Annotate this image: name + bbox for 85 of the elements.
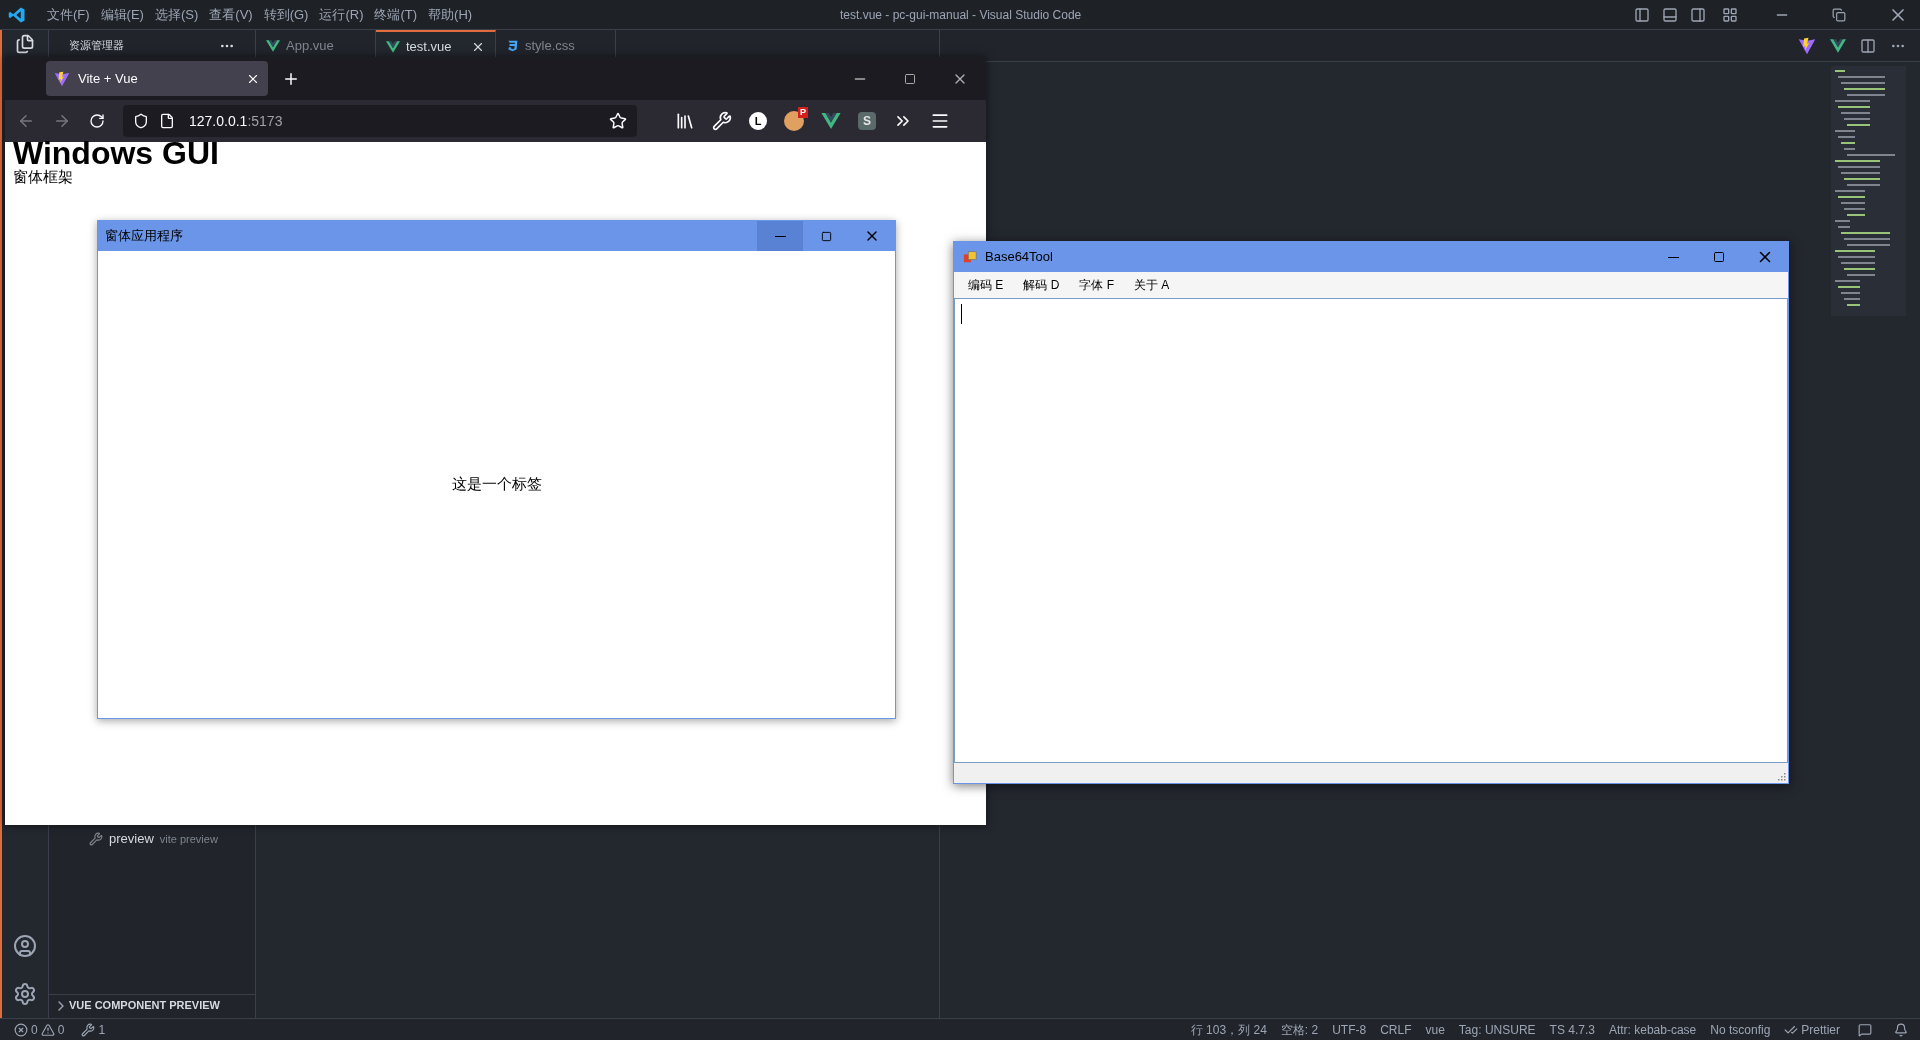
maximize-icon bbox=[820, 230, 832, 242]
wrench-icon bbox=[89, 832, 103, 846]
toggle-secondary-sidebar-icon[interactable] bbox=[1690, 6, 1706, 23]
vscode-logo-icon bbox=[8, 5, 26, 24]
menu-item[interactable]: 查看(V) bbox=[204, 4, 258, 25]
vite-logo-icon bbox=[54, 70, 70, 87]
menu-icon[interactable] bbox=[930, 111, 950, 131]
label-text: 这是一个标签 bbox=[451, 474, 542, 495]
script-name: preview bbox=[109, 830, 154, 849]
bookmark-icon[interactable] bbox=[609, 112, 627, 130]
library-icon[interactable] bbox=[675, 111, 695, 131]
status-item[interactable]: vue bbox=[1425, 1020, 1445, 1039]
section-title: VUE COMPONENT PREVIEW bbox=[69, 998, 220, 1014]
address-bar[interactable]: 127.0.0.1:5173 bbox=[123, 105, 637, 137]
feedback-icon[interactable] bbox=[1858, 1022, 1872, 1037]
vite-logo-icon bbox=[1798, 36, 1816, 55]
window-title: 窗体应用程序 bbox=[105, 227, 183, 246]
text-cursor bbox=[961, 304, 962, 324]
restore-icon[interactable] bbox=[1832, 7, 1846, 22]
page-heading: Windows GUI bbox=[13, 138, 220, 168]
window-title: test.vue - pc-gui-manual - Visual Studio Code bbox=[840, 6, 1082, 24]
toggle-sidebar-icon[interactable] bbox=[1634, 6, 1650, 23]
url-text: 127.0.0.1:5173 bbox=[189, 111, 283, 131]
window-title: Base64Tool bbox=[985, 248, 1053, 267]
status-item[interactable]: Attr: kebab-case bbox=[1608, 1020, 1697, 1039]
maximize-icon[interactable] bbox=[904, 72, 916, 85]
split-editor-icon[interactable] bbox=[1860, 37, 1876, 54]
extension-icon[interactable]: S bbox=[858, 112, 876, 130]
warning-count[interactable]: 0 bbox=[57, 1020, 65, 1039]
status-item[interactable]: No tsconfig bbox=[1710, 1020, 1771, 1039]
tab-label: App.vue bbox=[286, 36, 334, 55]
resize-grip-icon[interactable] bbox=[1776, 771, 1786, 781]
menu-item[interactable]: 字体 F bbox=[1071, 276, 1122, 294]
maximize-icon bbox=[1713, 251, 1725, 263]
status-item[interactable]: Tag: UNSURE bbox=[1458, 1020, 1536, 1039]
error-count[interactable]: 0 bbox=[31, 1020, 38, 1039]
vue-preview-icon bbox=[1830, 38, 1846, 53]
app-icon bbox=[963, 250, 977, 264]
vue-file-icon bbox=[386, 40, 400, 53]
status-item[interactable]: UTF-8 bbox=[1332, 1020, 1367, 1039]
script-command: vite preview bbox=[159, 831, 218, 847]
warning-icon[interactable] bbox=[40, 1022, 55, 1037]
vue-devtools-icon bbox=[821, 113, 841, 129]
menu-item[interactable]: 解码 D bbox=[1015, 276, 1068, 294]
menu-item[interactable]: 运行(R) bbox=[314, 4, 369, 25]
toggle-panel-icon[interactable] bbox=[1662, 6, 1678, 23]
account-icon[interactable] bbox=[13, 934, 37, 958]
status-item[interactable]: Prettier bbox=[1784, 1020, 1840, 1039]
extension-icon[interactable]: L bbox=[749, 112, 767, 130]
menu-item[interactable]: 文件(F) bbox=[42, 4, 95, 25]
menu-item[interactable]: 编码 E bbox=[960, 276, 1012, 294]
minimize-icon bbox=[774, 235, 786, 237]
customize-layout-icon[interactable] bbox=[1722, 6, 1738, 23]
npm-script-item[interactable]: preview vite preview bbox=[49, 828, 255, 850]
page-subheading: 窗体框架 bbox=[13, 168, 74, 186]
tools-icon[interactable] bbox=[81, 1022, 96, 1037]
shield-icon[interactable] bbox=[133, 113, 149, 129]
menu-item[interactable]: 关于 A bbox=[1126, 276, 1178, 294]
settings-icon[interactable] bbox=[13, 982, 37, 1006]
menu-item[interactable]: 终端(T) bbox=[369, 4, 423, 25]
menu-item[interactable]: 编辑(E) bbox=[95, 4, 149, 25]
status-item[interactable]: TS 4.7.3 bbox=[1549, 1020, 1595, 1039]
forward-icon[interactable] bbox=[53, 112, 71, 130]
menu-item[interactable]: 帮助(H) bbox=[423, 4, 478, 25]
error-icon[interactable] bbox=[14, 1022, 28, 1037]
section-header[interactable]: VUE COMPONENT PREVIEW bbox=[49, 994, 255, 1016]
css-file-icon bbox=[506, 39, 519, 52]
sidebar-title: 资源管理器 bbox=[69, 38, 124, 54]
status-item[interactable]: CRLF bbox=[1380, 1020, 1412, 1039]
explorer-icon[interactable] bbox=[15, 34, 35, 54]
status-item[interactable]: 空格: 2 bbox=[1280, 1020, 1319, 1039]
back-icon[interactable] bbox=[17, 112, 35, 130]
menu-item[interactable]: 选择(S) bbox=[149, 4, 204, 25]
minimize-icon bbox=[1667, 256, 1679, 258]
browser-tab[interactable]: Vite + Vue bbox=[46, 61, 268, 96]
page-icon bbox=[159, 113, 175, 129]
vue-file-icon bbox=[266, 39, 280, 52]
reload-icon[interactable] bbox=[89, 113, 105, 129]
notification-icon[interactable] bbox=[1894, 1022, 1908, 1037]
status-item[interactable]: 行 103，列 24 bbox=[1190, 1020, 1267, 1039]
tools-count[interactable]: 1 bbox=[98, 1020, 106, 1039]
menu-item[interactable]: 转到(G) bbox=[258, 4, 314, 25]
tab-label: style.css bbox=[525, 36, 575, 55]
wrench-icon[interactable] bbox=[712, 111, 732, 131]
tab-label: test.vue bbox=[406, 37, 452, 56]
